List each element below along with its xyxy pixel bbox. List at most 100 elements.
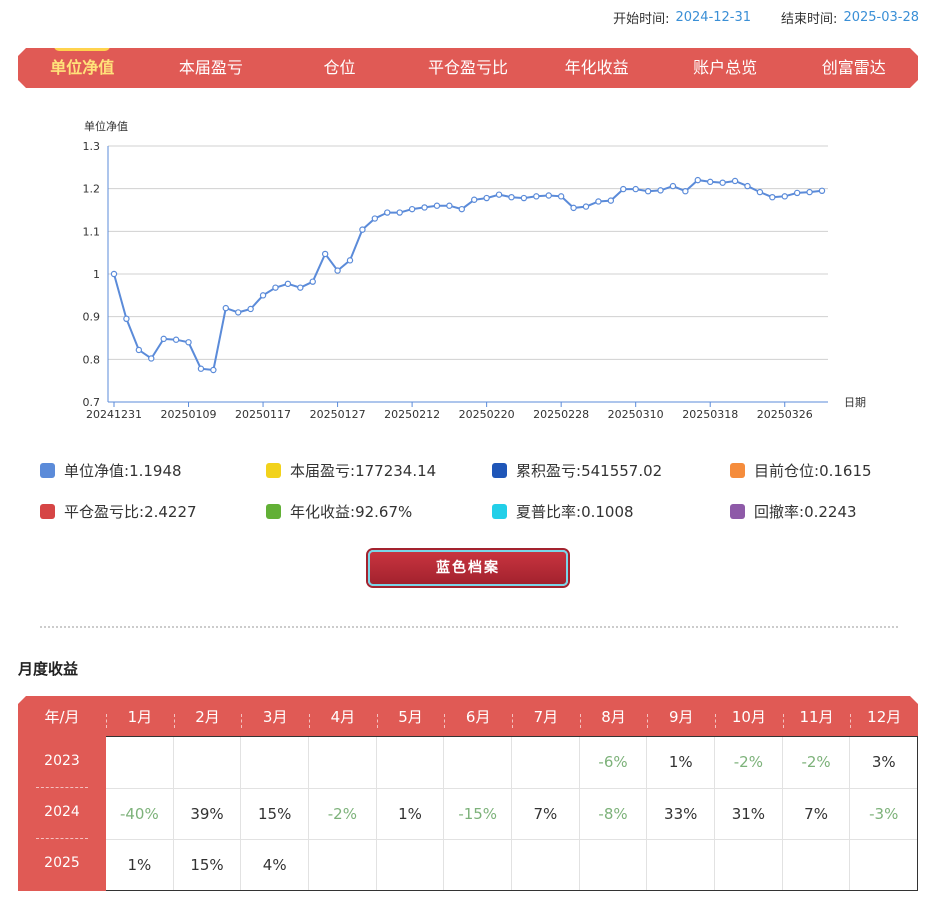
stat-current-pnl: 本届盈亏: 177234.14 bbox=[266, 460, 492, 481]
nav-data-point bbox=[781, 193, 788, 200]
nav-line-chart: 0.7 0.8 0.9 1 1.1 1.2 1.3 单位净值 日期 20241231 2025010… bbox=[70, 108, 890, 428]
month-return-cell: 15% bbox=[240, 789, 308, 839]
nav-data-point bbox=[607, 197, 615, 204]
month-return-cell bbox=[308, 840, 376, 890]
x-tick-label: 20250318 bbox=[682, 408, 738, 421]
stat-cumulative-pnl: 累积盈亏: 541557.02 bbox=[492, 460, 730, 481]
month-return-cell bbox=[714, 840, 782, 890]
nav-series-line bbox=[113, 179, 823, 372]
x-tick-label: 20250109 bbox=[161, 408, 217, 421]
nav-data-point bbox=[570, 204, 577, 212]
month-return-cell: -8% bbox=[578, 789, 647, 839]
month-return-cell bbox=[308, 737, 376, 788]
nav-data-point bbox=[557, 193, 565, 200]
header-month: 9月 bbox=[647, 706, 715, 727]
nav-data-point bbox=[707, 178, 714, 186]
stat-value: 0.1615 bbox=[819, 461, 872, 480]
nav-data-point bbox=[756, 188, 764, 196]
stat-label: 目前仓位: bbox=[754, 462, 820, 480]
tab-position[interactable]: 仓位 bbox=[275, 48, 404, 88]
main-nav: 单位净值 本届盈亏 仓位 平仓盈亏比 年化收益 账户总览 创富雷达 bbox=[18, 48, 918, 88]
date-range: 开始时间: 2024-12-31 结束时间: 2025-03-28 bbox=[613, 8, 919, 27]
stat-value: 2.4227 bbox=[144, 502, 197, 521]
header-month: 3月 bbox=[241, 706, 309, 727]
stat-label: 回撤率: bbox=[754, 503, 805, 521]
nav-line-chart-svg: 0.70.80.911.11.21.3单位净值日期20241231 2025010… bbox=[83, 119, 867, 421]
x-tick-label: 20250310 bbox=[608, 408, 664, 421]
nav-data-point bbox=[421, 204, 428, 211]
month-return-cell: 3% bbox=[849, 737, 917, 788]
tab-annual-return[interactable]: 年化收益 bbox=[532, 48, 661, 88]
nav-data-point bbox=[595, 198, 602, 205]
header-month: 4月 bbox=[309, 706, 377, 727]
blue-archive-button[interactable]: 蓝色档案 bbox=[368, 550, 568, 586]
row-year: 2025 bbox=[18, 838, 106, 889]
stat-unit-nav: 单位净值: 1.1948 bbox=[40, 460, 266, 481]
nav-data-point bbox=[669, 182, 677, 190]
nav-data-point bbox=[346, 257, 354, 264]
nav-data-point bbox=[272, 284, 279, 291]
header-month: 1月 bbox=[106, 706, 174, 727]
stat-value: 0.1008 bbox=[581, 502, 634, 521]
stat-swatch bbox=[730, 463, 745, 478]
end-date-label: 结束时间: bbox=[781, 12, 838, 27]
month-return-cell bbox=[578, 840, 647, 890]
nav-data-point bbox=[222, 304, 229, 312]
month-return-cell: 33% bbox=[646, 789, 714, 839]
nav-data-point bbox=[495, 191, 503, 198]
nav-data-point bbox=[582, 203, 590, 210]
header-month: 5月 bbox=[377, 706, 445, 727]
month-return-cell: -15% bbox=[443, 789, 511, 839]
nav-data-point bbox=[110, 270, 118, 278]
month-return-cell: 1% bbox=[646, 737, 714, 788]
tab-unit-nav[interactable]: 单位净值 bbox=[18, 48, 147, 88]
header-month: 10月 bbox=[715, 706, 783, 727]
stat-swatch bbox=[492, 504, 507, 519]
nav-data-point bbox=[408, 205, 416, 213]
tab-closed-pnl-ratio[interactable]: 平仓盈亏比 bbox=[404, 48, 533, 88]
tab-wealth-radar[interactable]: 创富雷达 bbox=[789, 48, 918, 88]
header-month: 8月 bbox=[580, 706, 648, 727]
nav-data-point bbox=[657, 187, 664, 194]
month-return-cell: 31% bbox=[714, 789, 782, 839]
stat-swatch bbox=[730, 504, 745, 519]
tab-current-pnl[interactable]: 本届盈亏 bbox=[147, 48, 276, 88]
nav-data-point bbox=[371, 215, 379, 222]
month-return-cell bbox=[443, 737, 511, 788]
month-return-cell: -3% bbox=[849, 789, 917, 839]
month-return-cell: -6% bbox=[578, 737, 647, 788]
nav-data-point bbox=[309, 278, 316, 285]
month-return-cell: 1% bbox=[375, 789, 444, 839]
x-axis-label: 日期 bbox=[844, 396, 866, 409]
month-return-cell bbox=[240, 737, 308, 788]
nav-data-point bbox=[247, 305, 254, 313]
nav-data-point bbox=[520, 194, 528, 202]
monthly-returns-table: 年/月 1月 2月 3月 4月 5月 6月 7月 8月 9月 10月 11月 12月 2023 2024 2… bbox=[18, 696, 918, 891]
start-date-value[interactable]: 2024-12-31 bbox=[675, 10, 751, 25]
header-month: 12月 bbox=[850, 706, 918, 727]
nav-data-point bbox=[235, 309, 242, 316]
nav-data-point bbox=[458, 205, 465, 213]
month-return-cell: 39% bbox=[172, 789, 241, 839]
stat-current-position: 目前仓位: 0.1615 bbox=[730, 460, 910, 481]
end-date-value[interactable]: 2025-03-28 bbox=[843, 10, 919, 25]
y-tick-label: 1.1 bbox=[83, 225, 101, 238]
nav-data-point bbox=[620, 185, 627, 193]
nav-data-point bbox=[806, 188, 813, 196]
nav-data-point bbox=[334, 267, 341, 274]
y-tick-label: 0.9 bbox=[83, 311, 101, 324]
tab-account-overview[interactable]: 账户总览 bbox=[661, 48, 790, 88]
y-tick-label: 1.2 bbox=[83, 183, 101, 196]
x-tick-label: 20250326 bbox=[757, 408, 813, 421]
stat-label: 本届盈亏: bbox=[290, 462, 356, 480]
x-tick-label: 20241231 bbox=[86, 408, 142, 421]
month-return-cell: -2% bbox=[714, 737, 782, 788]
nav-data-point bbox=[545, 192, 552, 199]
nav-data-point bbox=[135, 346, 143, 354]
header-month: 7月 bbox=[512, 706, 580, 727]
stat-label: 累积盈亏: bbox=[516, 462, 582, 480]
nav-data-point bbox=[123, 315, 130, 322]
stat-label: 平仓盈亏比: bbox=[64, 503, 145, 521]
nav-data-point bbox=[818, 187, 826, 195]
month-return-cell: 7% bbox=[781, 789, 850, 839]
